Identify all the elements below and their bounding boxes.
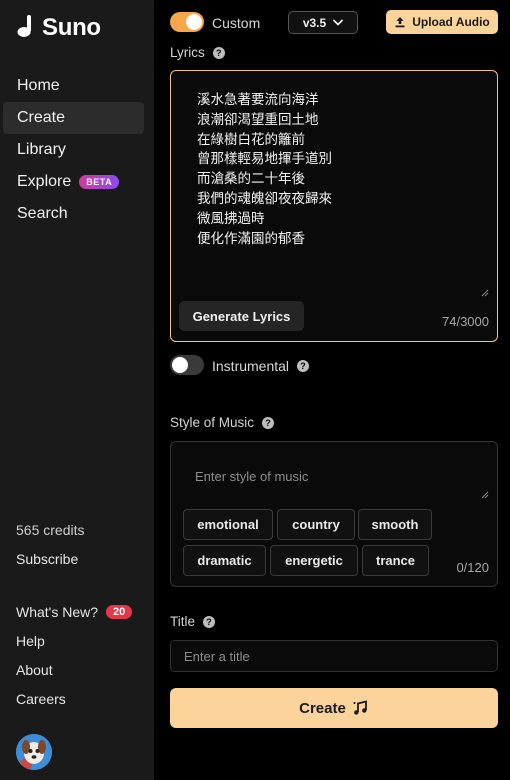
- nav-item-label: Home: [17, 77, 60, 94]
- suno-logo[interactable]: Suno: [16, 14, 101, 42]
- custom-label: Custom: [212, 15, 261, 31]
- upload-audio-button[interactable]: Upload Audio: [386, 10, 498, 34]
- help-icon[interactable]: ?: [212, 46, 225, 59]
- nav-item-label: Create: [17, 109, 66, 126]
- toggle-knob: [186, 14, 202, 30]
- create-label: Create: [299, 699, 346, 717]
- style-tag-country[interactable]: country: [277, 509, 355, 540]
- main-nav: Home Create Library Explore BETA Search: [3, 70, 144, 230]
- nav-item-home[interactable]: Home: [3, 70, 144, 102]
- suno-logo-icon: [17, 15, 31, 37]
- lyrics-label: Lyrics: [170, 45, 205, 60]
- style-field: emotional country smooth dramatic energe…: [170, 441, 498, 587]
- style-tag-dramatic[interactable]: dramatic: [183, 545, 266, 576]
- create-panel: Custom v3.5 Upload Audio Lyrics ? 溪水急著要流…: [154, 0, 510, 780]
- nav-item-search[interactable]: Search: [3, 198, 144, 230]
- create-button[interactable]: Create: [170, 688, 498, 728]
- style-label: Style of Music: [170, 415, 255, 430]
- style-char-counter: 0/120: [456, 560, 489, 575]
- toggle-knob: [172, 357, 188, 373]
- custom-mode-toggle[interactable]: [170, 12, 204, 32]
- whats-new-count-badge: 20: [106, 605, 133, 619]
- instrumental-label: Instrumental: [212, 358, 290, 374]
- nav-item-create[interactable]: Create: [3, 102, 144, 134]
- upload-audio-label: Upload Audio: [412, 15, 490, 29]
- title-input[interactable]: [170, 640, 498, 672]
- careers-link[interactable]: Careers: [16, 691, 66, 707]
- chevron-down-icon: [333, 19, 344, 26]
- version-value: v3.5: [302, 15, 327, 30]
- resize-handle-icon[interactable]: [481, 289, 489, 297]
- help-icon[interactable]: ?: [297, 360, 310, 372]
- generate-lyrics-button[interactable]: Generate Lyrics: [179, 301, 304, 331]
- model-version-select[interactable]: v3.5: [288, 11, 358, 34]
- style-tag-energetic[interactable]: energetic: [270, 545, 358, 576]
- resize-handle-icon[interactable]: [481, 491, 489, 499]
- style-tag-emotional[interactable]: emotional: [183, 509, 273, 540]
- subscribe-link[interactable]: Subscribe: [16, 551, 78, 567]
- help-icon[interactable]: ?: [203, 615, 216, 628]
- title-label-row: Title ?: [170, 614, 216, 629]
- lyrics-text[interactable]: 溪水急著要流向海洋 浪潮卻渴望重回土地 在綠樹白花的籬前 曾那樣輕易地揮手道別 …: [197, 91, 332, 249]
- style-tag-smooth[interactable]: smooth: [358, 509, 432, 540]
- title-label: Title: [170, 614, 196, 629]
- app-name: Suno: [42, 14, 101, 41]
- sidebar: Suno Home Create Library Explore BETA Sea…: [0, 0, 154, 780]
- help-icon[interactable]: ?: [262, 416, 275, 429]
- help-link[interactable]: Help: [16, 633, 45, 649]
- lyrics-label-row: Lyrics ?: [170, 45, 225, 60]
- whats-new-label: What's New?: [16, 604, 99, 620]
- nav-item-label: Library: [17, 141, 66, 158]
- upload-icon: [395, 17, 405, 28]
- style-tag-trance[interactable]: trance: [362, 545, 429, 576]
- instrumental-label-row: Instrumental ?: [212, 358, 310, 374]
- beta-badge: BETA: [79, 175, 120, 189]
- instrumental-toggle[interactable]: [170, 355, 204, 375]
- about-link[interactable]: About: [16, 662, 53, 678]
- nav-item-explore[interactable]: Explore BETA: [3, 166, 144, 198]
- credits-count: 565 credits: [16, 522, 85, 538]
- lyrics-field[interactable]: 溪水急著要流向海洋 浪潮卻渴望重回土地 在綠樹白花的籬前 曾那樣輕易地揮手道別 …: [170, 70, 498, 342]
- nav-item-label: Search: [17, 205, 68, 222]
- whats-new-link[interactable]: What's New? 20: [16, 604, 133, 620]
- style-input[interactable]: [179, 450, 489, 502]
- avatar[interactable]: [16, 734, 52, 770]
- style-label-row: Style of Music ?: [170, 415, 275, 430]
- music-note-icon: [353, 699, 367, 715]
- lyrics-char-counter: 74/3000: [442, 314, 489, 329]
- nav-item-label: Explore: [17, 173, 72, 190]
- dog-avatar-icon: [16, 734, 52, 770]
- nav-item-library[interactable]: Library: [3, 134, 144, 166]
